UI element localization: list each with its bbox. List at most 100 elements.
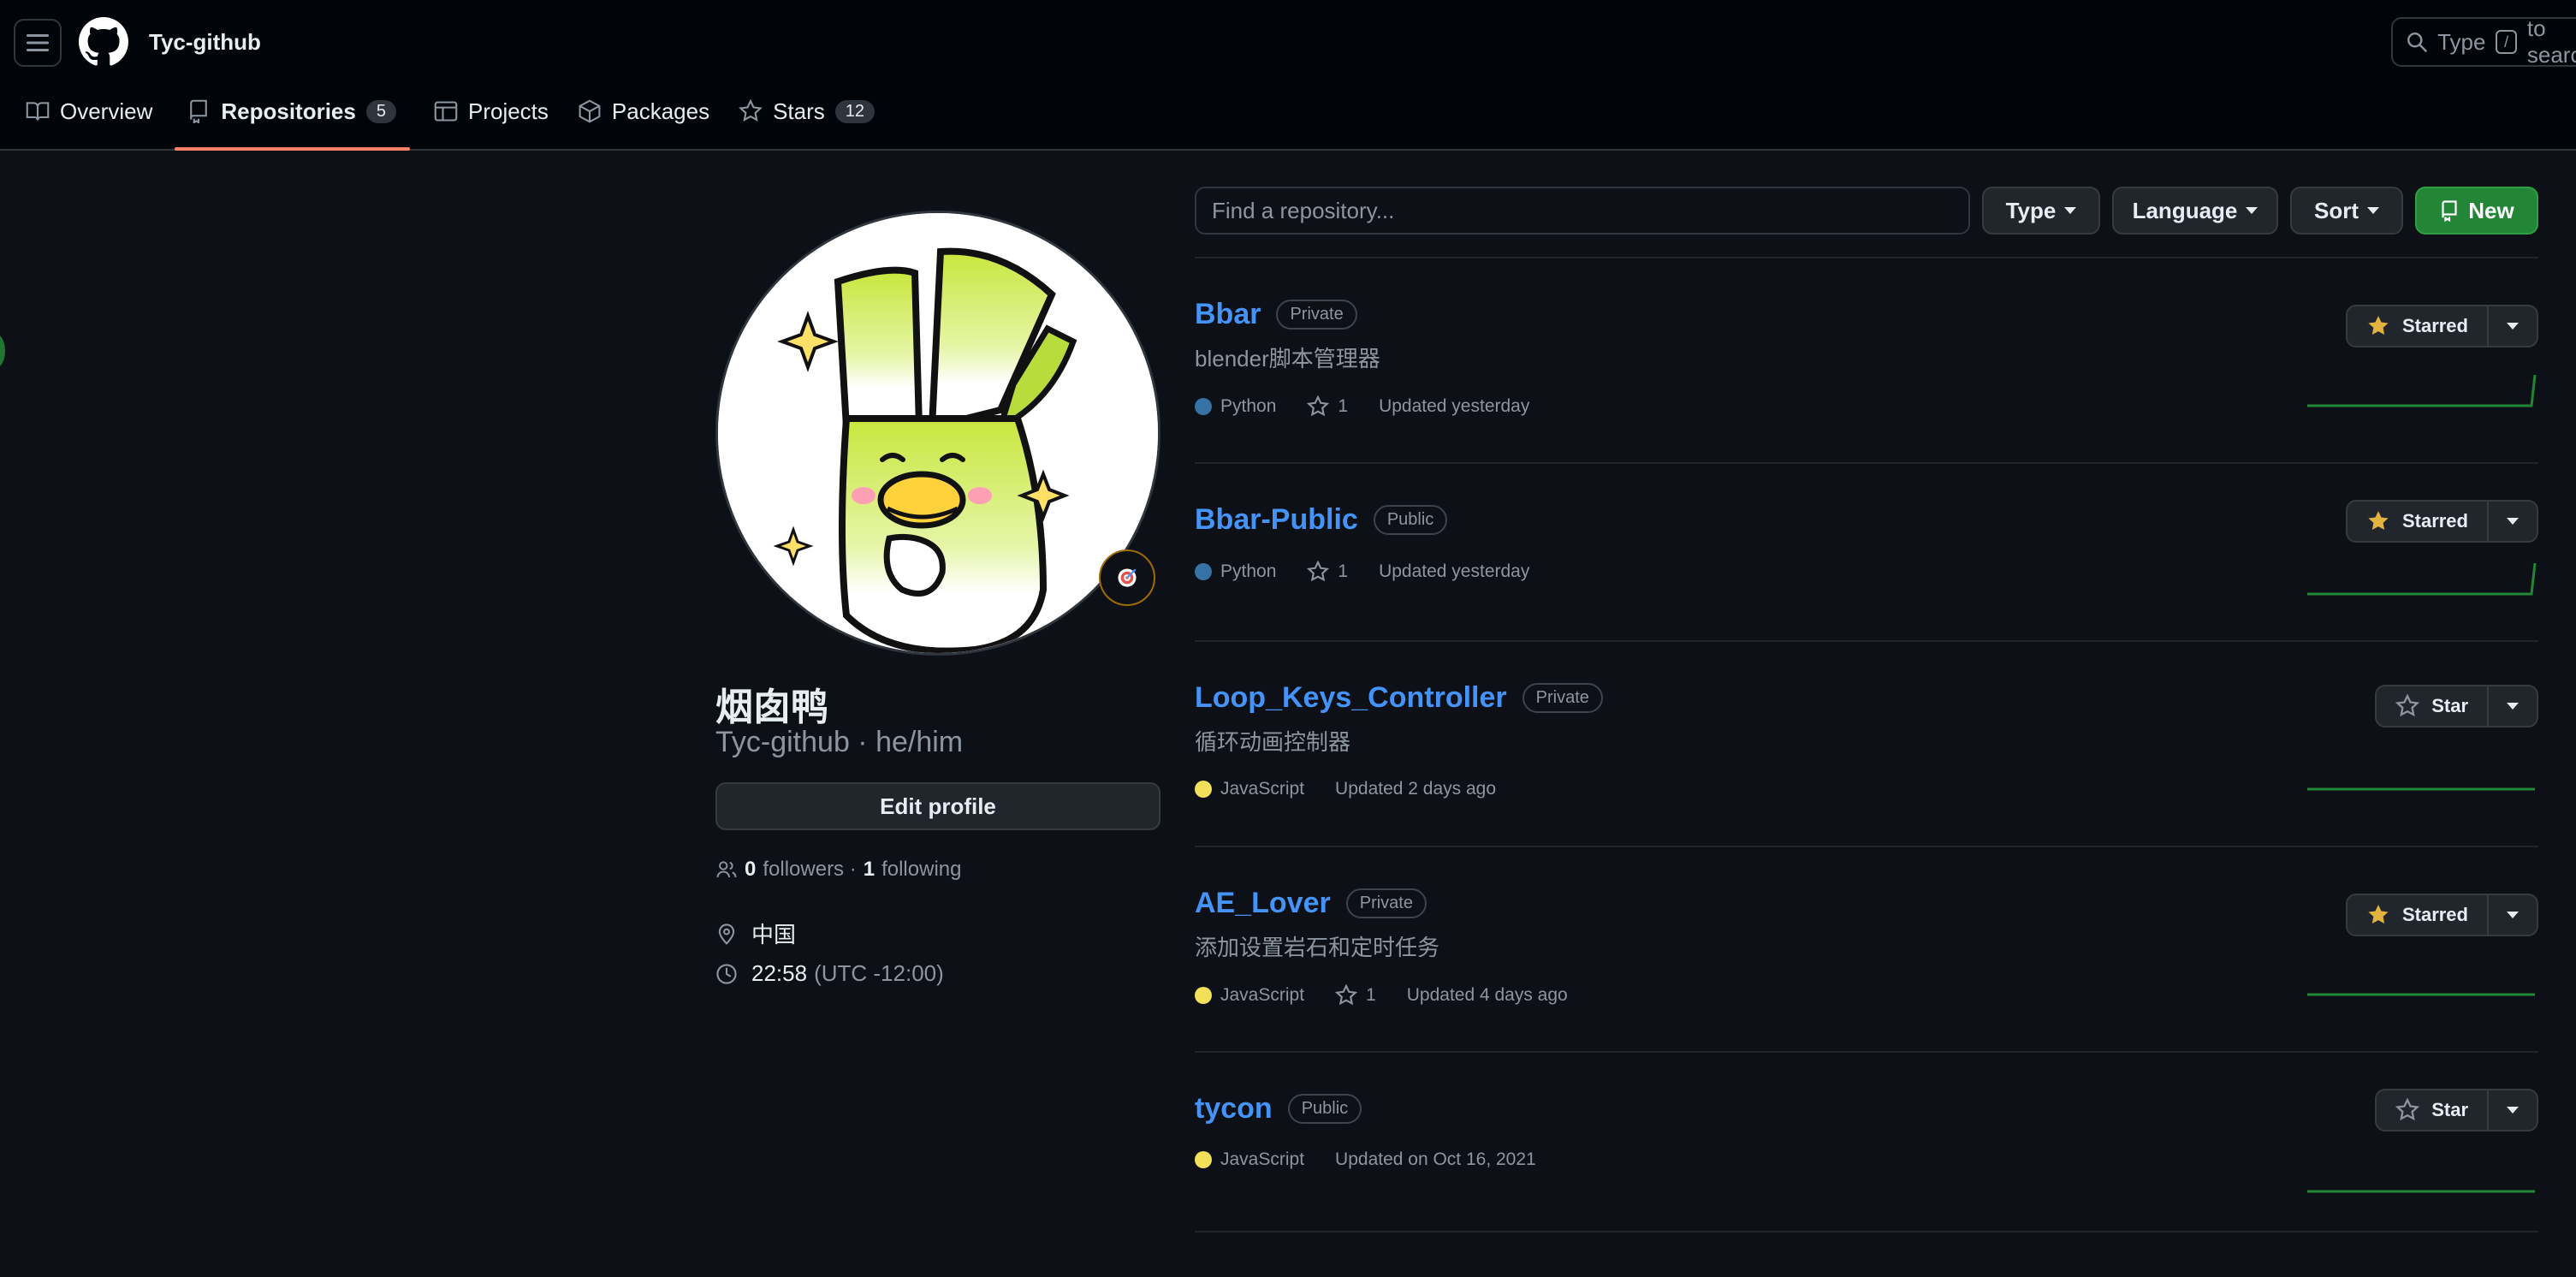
unstar-button[interactable]: Starred <box>2347 895 2489 935</box>
activity-sparkline <box>2307 993 2535 996</box>
avatar[interactable] <box>715 211 1160 656</box>
lists-dropdown-button[interactable] <box>2489 306 2537 346</box>
clock-icon <box>716 963 737 984</box>
tab-label: Repositories <box>221 98 356 124</box>
tab-overview[interactable]: Overview <box>14 80 166 142</box>
repo-name-link[interactable]: Bbar <box>1195 298 1261 331</box>
unstar-button[interactable]: Starred <box>2347 502 2489 541</box>
menu-button[interactable] <box>14 19 62 67</box>
updated-time: Updated on Oct 16, 2021 <box>1335 1149 1536 1169</box>
find-repository-input[interactable] <box>1195 187 1970 235</box>
followers-count[interactable]: 0 <box>745 858 756 882</box>
sort-dropdown[interactable]: Sort <box>2290 187 2403 235</box>
tab-label: Overview <box>60 98 153 124</box>
language-color-dot <box>1195 781 1212 798</box>
repo-list-item: AE_Lover Private 添加设置岩石和定时任务 JavaScript … <box>1195 887 2538 1024</box>
location-pin-icon <box>718 923 735 945</box>
header-username[interactable]: Tyc-github <box>149 29 261 56</box>
star-icon <box>1307 395 1330 417</box>
star-button[interactable]: Star <box>2377 1090 2489 1130</box>
lists-dropdown-button[interactable] <box>2489 686 2537 726</box>
lists-dropdown-button[interactable] <box>2489 895 2537 935</box>
repo-stargazers-link[interactable]: 1 <box>1335 984 1376 1007</box>
visibility-badge: Public <box>1373 505 1448 535</box>
repo-name-link[interactable]: tycon <box>1195 1092 1273 1126</box>
location-text: 中国 <box>751 922 797 947</box>
lists-dropdown-button[interactable] <box>2489 502 2537 541</box>
star-count: 1 <box>1366 985 1376 1005</box>
tab-projects[interactable]: Projects <box>422 80 562 142</box>
language-color-dot <box>1195 563 1212 580</box>
github-logo-icon[interactable] <box>79 17 128 67</box>
star-button[interactable]: Star <box>2377 686 2489 726</box>
followers-label[interactable]: followers · <box>763 858 856 882</box>
search-suffix: to search <box>2526 15 2576 68</box>
star-icon <box>2395 694 2420 717</box>
updated-time: Updated yesterday <box>1379 561 1530 581</box>
sort-label: Sort <box>2314 197 2359 223</box>
caret-down-icon <box>2246 207 2258 214</box>
visibility-badge: Private <box>1522 683 1603 713</box>
star-count: 1 <box>1338 396 1349 416</box>
caret-down-icon <box>2507 323 2519 330</box>
edit-profile-button[interactable]: Edit profile <box>715 782 1160 830</box>
language-filter-dropdown[interactable]: Language <box>2112 187 2278 235</box>
language-name: JavaScript <box>1220 1149 1305 1169</box>
tab-stars[interactable]: Stars 12 <box>727 80 888 142</box>
local-time-line: 22:58 (UTC -12:00) <box>715 960 944 987</box>
repo-list-item: tycon Public JavaScript Updated on Oct 1… <box>1195 1089 2538 1212</box>
repo-language: JavaScript <box>1195 985 1304 1006</box>
new-repository-button[interactable]: New <box>2415 187 2538 235</box>
star-label: Star <box>2431 695 2468 716</box>
repo-language: JavaScript <box>1195 779 1304 799</box>
language-name: Python <box>1220 396 1277 416</box>
repo-name-link[interactable]: AE_Lover <box>1195 887 1331 920</box>
tab-label: Projects <box>467 98 549 124</box>
following-label[interactable]: following <box>881 858 961 882</box>
repo-name-link[interactable]: Bbar-Public <box>1195 503 1358 537</box>
updated-time: Updated yesterday <box>1379 396 1530 416</box>
type-filter-dropdown[interactable]: Type <box>1982 187 2100 235</box>
language-color-dot <box>1195 987 1212 1004</box>
search-shortcut-key: / <box>2496 30 2517 54</box>
profile-display-name: 烟囱鸭 <box>715 686 828 728</box>
updated-time: Updated 4 days ago <box>1406 985 1568 1005</box>
repo-language: Python <box>1195 561 1276 582</box>
lists-dropdown-button[interactable] <box>2489 1090 2537 1130</box>
repo-stargazers-link[interactable]: 1 <box>1307 395 1348 418</box>
star-label: Star <box>2431 1099 2468 1120</box>
star-icon <box>1335 984 1358 1006</box>
repo-stargazers-link[interactable]: 1 <box>1307 561 1348 583</box>
caret-down-icon <box>2507 912 2519 918</box>
activity-sparkline <box>2307 374 2537 407</box>
star-button-group: Starred <box>2345 305 2538 347</box>
activity-sparkline <box>2307 562 2537 596</box>
star-label: Starred <box>2401 315 2468 336</box>
caret-down-icon <box>2367 207 2379 214</box>
repo-list-item: Bbar Private blender脚本管理器 Python 1 Updat… <box>1195 298 2538 435</box>
local-time: 22:58 <box>751 960 808 986</box>
stars-count-badge: 12 <box>834 99 875 123</box>
star-icon <box>2395 1098 2420 1121</box>
star-count: 1 <box>1338 561 1349 581</box>
tab-repositories[interactable]: Repositories 5 <box>175 80 410 151</box>
divider <box>1195 1231 2538 1232</box>
repo-icon <box>190 99 208 123</box>
caret-down-icon <box>2507 1107 2519 1114</box>
people-icon <box>716 861 737 878</box>
hamburger-icon <box>27 34 49 51</box>
tab-packages[interactable]: Packages <box>566 80 723 142</box>
divider <box>1195 462 2538 464</box>
repo-count-badge: 5 <box>365 99 396 123</box>
unstar-button[interactable]: Starred <box>2347 306 2489 346</box>
star-icon <box>1307 561 1330 582</box>
status-badge[interactable] <box>1099 549 1155 606</box>
divider <box>1195 257 2538 258</box>
search-prefix: Type <box>2437 28 2486 55</box>
global-search[interactable]: Type / to search <box>2391 15 2576 68</box>
caret-down-icon <box>2507 518 2519 525</box>
star-filled-icon <box>2368 905 2389 924</box>
repo-name-link[interactable]: Loop_Keys_Controller <box>1195 681 1507 715</box>
following-count[interactable]: 1 <box>864 858 875 882</box>
caret-down-icon <box>2507 703 2519 710</box>
